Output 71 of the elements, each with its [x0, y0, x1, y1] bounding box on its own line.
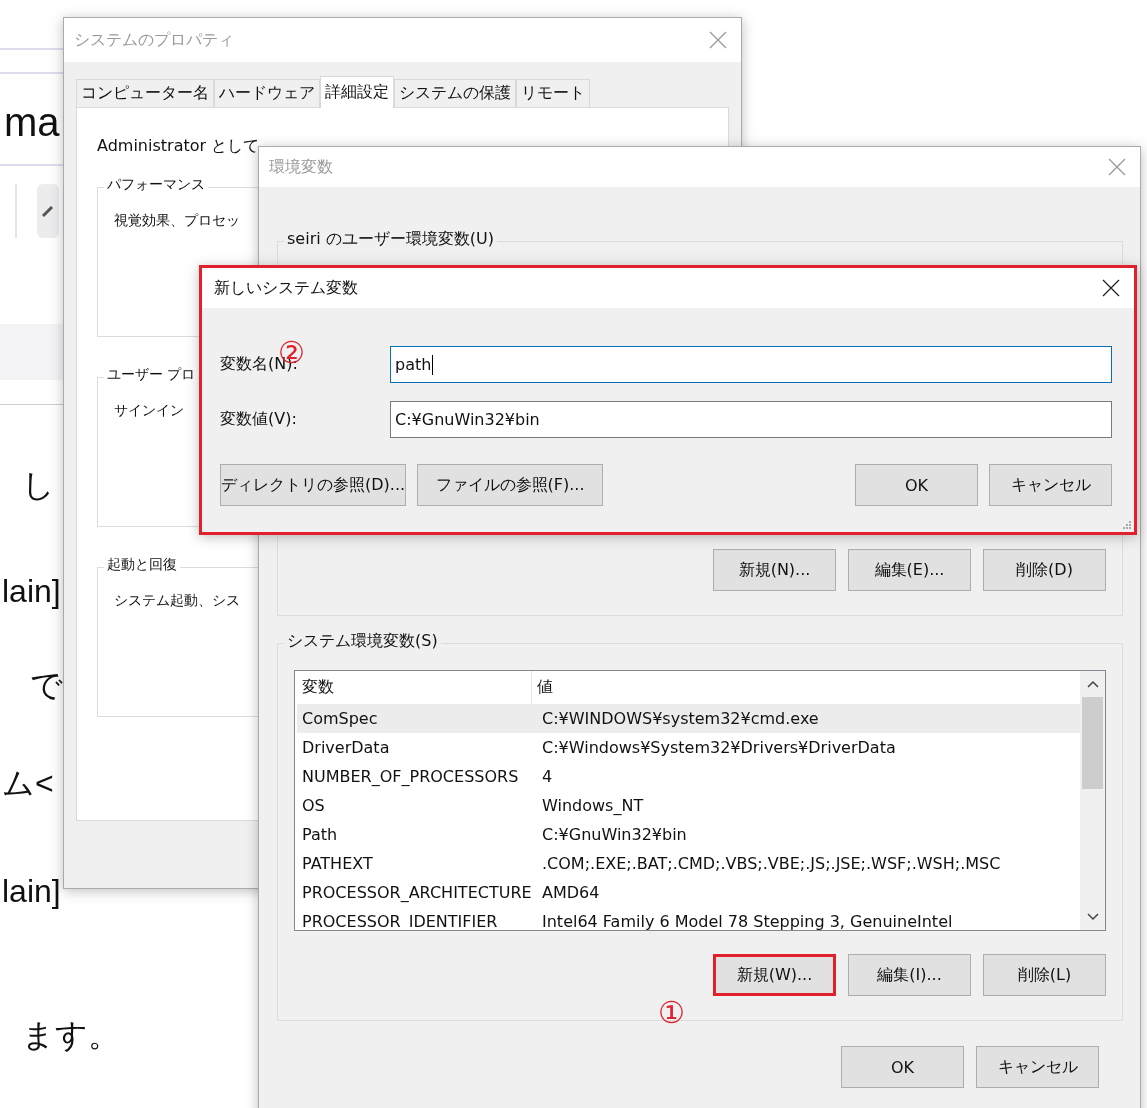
- dialog-button[interactable]: キャンセル: [989, 464, 1112, 506]
- window-title: システムのプロパティ: [74, 29, 234, 51]
- window-title: 新しいシステム変数: [214, 277, 358, 299]
- group-label: システム環境変数(S): [284, 631, 441, 652]
- variable-value: .COM;.EXE;.BAT;.CMD;.VBS;.VBE;.JS;.JSE;.WSF;.WSH;.MSC: [541, 854, 1001, 873]
- variable-value: Windows_NT: [541, 796, 644, 815]
- browse-button[interactable]: ファイルの参照(F)...: [417, 464, 603, 506]
- dialog-button[interactable]: 新規(N)...: [713, 549, 836, 591]
- scroll-thumb[interactable]: [1082, 697, 1103, 789]
- variable-name: NUMBER_OF_PROCESSORS: [301, 767, 520, 786]
- group-label: ユーザー プロ: [104, 366, 199, 384]
- column-header[interactable]: 値: [532, 671, 553, 704]
- list-row[interactable]: PROCESSOR_ARCHITECTURE AMD64: [297, 878, 1080, 907]
- input-field[interactable]: path: [390, 346, 1112, 383]
- tab[interactable]: ハードウェア: [214, 79, 320, 107]
- list-row[interactable]: Path C:¥GnuWin32¥bin: [297, 820, 1080, 849]
- edit-tool-button[interactable]: [37, 184, 59, 238]
- close-icon[interactable]: [1102, 279, 1120, 297]
- pencil-icon: [41, 204, 55, 218]
- variable-value: AMD64: [541, 883, 600, 902]
- group-label: 起動と回復: [104, 556, 180, 574]
- tab[interactable]: コンピューター名: [76, 79, 214, 107]
- variable-name: Path: [301, 825, 339, 844]
- group-text: システム起動、シス: [114, 592, 240, 608]
- tab[interactable]: リモート: [516, 79, 590, 107]
- variable-value: C:¥GnuWin32¥bin: [541, 825, 687, 844]
- scroll-down-icon[interactable]: [1085, 912, 1100, 922]
- variable-name: DriverData: [301, 738, 391, 757]
- variable-value: C:¥Windows¥System32¥Drivers¥DriverData: [541, 738, 896, 757]
- dialog-button[interactable]: 削除(L): [983, 954, 1106, 996]
- dialog-button[interactable]: 削除(D): [983, 549, 1106, 591]
- dialog-button[interactable]: キャンセル: [976, 1046, 1099, 1088]
- variable-value: Intel64 Family 6 Model 78 Stepping 3, GenuineIntel: [541, 912, 953, 930]
- list-row[interactable]: ComSpec C:¥WINDOWS¥system32¥cmd.exe: [297, 704, 1080, 733]
- page-text: ます。: [22, 1016, 120, 1055]
- page-text: で: [30, 666, 63, 705]
- dialog-button[interactable]: 編集(E)...: [848, 549, 971, 591]
- group-label: パフォーマンス: [104, 176, 208, 194]
- scroll-up-icon[interactable]: [1085, 679, 1100, 689]
- page-text: し: [22, 466, 55, 505]
- window-title: 環境変数: [269, 156, 333, 178]
- list-row[interactable]: DriverData C:¥Windows¥System32¥Drivers¥DriverData: [297, 733, 1080, 762]
- group-label: seiri のユーザー環境変数(U): [284, 229, 497, 250]
- step-number: ①: [658, 998, 685, 1028]
- list-row[interactable]: OS Windows_NT: [297, 791, 1080, 820]
- tab[interactable]: システムの保護: [394, 79, 516, 107]
- page-text: ム<: [2, 764, 54, 803]
- browse-button[interactable]: ディレクトリの参照(D)...: [220, 464, 406, 506]
- variable-value: 4: [541, 767, 553, 786]
- list-row[interactable]: NUMBER_OF_PROCESSORS 4: [297, 762, 1080, 791]
- variable-name: PROCESSOR_ARCHITECTURE: [301, 883, 533, 902]
- dialog-button[interactable]: 編集(I)...: [848, 954, 971, 996]
- notice-text: Administrator として: [97, 136, 261, 157]
- input-field[interactable]: C:¥GnuWin32¥bin: [390, 401, 1112, 438]
- variable-name: ComSpec: [301, 709, 379, 728]
- variable-value: C:¥WINDOWS¥system32¥cmd.exe: [541, 709, 819, 728]
- variable-name: OS: [301, 796, 326, 815]
- field-label: 変数値(V):: [220, 409, 298, 430]
- dialog-button[interactable]: 新規(W)...: [713, 954, 836, 996]
- page-text: lain]: [2, 872, 61, 911]
- resize-grip-icon[interactable]: [1122, 520, 1132, 530]
- group-text: 視覚効果、プロセッ: [114, 212, 240, 228]
- group-text: サインイン: [114, 402, 184, 418]
- page-text: ma: [4, 100, 60, 144]
- list-row[interactable]: PATHEXT .COM;.EXE;.BAT;.CMD;.VBS;.VBE;.JS;.JSE;.WSF;.WSH;.MSC: [297, 849, 1080, 878]
- dialog-button[interactable]: OK: [855, 464, 978, 506]
- tab[interactable]: 詳細設定: [320, 76, 394, 108]
- variable-name: PATHEXT: [301, 854, 374, 873]
- dialog-button[interactable]: OK: [841, 1046, 964, 1088]
- scrollbar[interactable]: [1080, 671, 1105, 930]
- page-text: lain]: [2, 572, 61, 611]
